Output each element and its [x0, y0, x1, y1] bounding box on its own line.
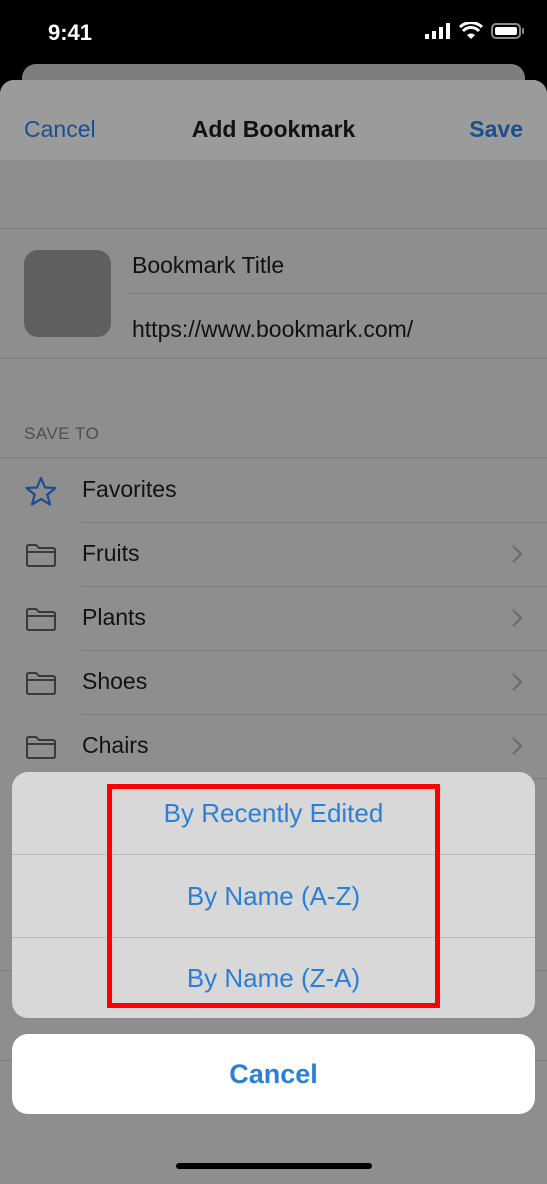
save-to-item-plants[interactable]: Plants: [0, 586, 547, 650]
chevron-right-icon: [512, 545, 523, 563]
save-to-item-label: Shoes: [82, 668, 148, 694]
page-title: Add Bookmark: [191, 116, 356, 142]
chevron-right-icon: [512, 737, 523, 755]
bookmark-url-field[interactable]: https://www.bookmark.com/: [132, 316, 413, 343]
add-bookmark-sheet: Cancel Add Bookmark Save Bookmark Title …: [0, 80, 547, 1184]
sort-options-action-sheet: By Recently Edited By Name (A-Z) By Name…: [12, 772, 535, 1018]
sort-by-name-a-z-button[interactable]: By Name (A-Z): [12, 855, 535, 937]
folder-icon: [26, 608, 56, 631]
save-to-item-chairs[interactable]: Chairs: [0, 714, 547, 778]
wifi-icon: [459, 22, 483, 39]
save-button[interactable]: Save: [469, 116, 523, 143]
bookmark-title-field[interactable]: Bookmark Title: [132, 252, 284, 279]
bookmark-thumbnail: [24, 250, 111, 337]
sort-by-recently-edited-button[interactable]: By Recently Edited: [12, 772, 535, 854]
save-to-item-label: Favorites: [82, 476, 177, 502]
signal-icon: [425, 23, 450, 39]
folder-icon: [26, 672, 56, 695]
chevron-right-icon: [512, 609, 523, 627]
home-indicator[interactable]: [176, 1163, 372, 1169]
save-to-item-fruits[interactable]: Fruits: [0, 522, 547, 586]
status-time: 9:41: [48, 20, 93, 45]
battery-icon: [491, 23, 524, 39]
folder-icon: [26, 736, 56, 759]
divider: [0, 228, 547, 229]
save-to-item-label: Chairs: [82, 732, 149, 758]
status-icons: [425, 22, 525, 40]
status-bar: 9:41: [0, 0, 547, 64]
star-icon: [25, 476, 57, 506]
action-sheet-cancel-button[interactable]: Cancel: [12, 1034, 535, 1114]
save-to-item-label: Fruits: [82, 540, 140, 566]
save-to-item-label: Plants: [82, 604, 146, 630]
sort-by-name-z-a-button[interactable]: By Name (Z-A): [12, 937, 535, 1018]
save-to-item-favorites[interactable]: Favorites: [0, 458, 547, 522]
folder-icon: [26, 544, 56, 567]
divider: [128, 293, 547, 294]
navigation-bar: Cancel Add Bookmark Save: [0, 80, 547, 160]
save-to-header: SAVE TO: [24, 424, 100, 443]
chevron-right-icon: [512, 673, 523, 691]
save-to-item-shoes[interactable]: Shoes: [0, 650, 547, 714]
divider: [0, 358, 547, 359]
